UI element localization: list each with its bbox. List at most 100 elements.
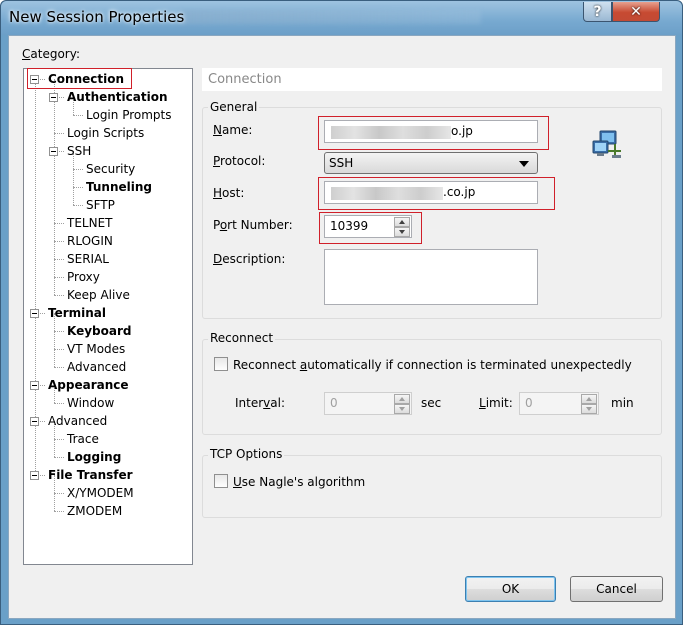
name-label: Name: — [213, 123, 253, 137]
tree-connector-line — [54, 313, 55, 367]
tree-item-authentication[interactable]: Authentication — [67, 89, 168, 105]
nagle-checkbox[interactable] — [214, 474, 228, 488]
tree-connector-line — [73, 187, 83, 188]
general-group-title: General — [208, 100, 260, 114]
tree-item-terminal[interactable]: Terminal — [48, 305, 106, 321]
title-bar[interactable]: New Session Properties ? ✕ — [1, 1, 682, 35]
dialog-client-area: Category: Connection Authentication Login … — [8, 35, 676, 619]
tree-connector-line — [54, 277, 64, 278]
spin-up-icon — [586, 397, 592, 401]
tree-item-serial[interactable]: SERIAL — [67, 251, 109, 267]
interval-label: Interval: — [235, 396, 286, 410]
port-input[interactable]: 10399 — [324, 215, 412, 238]
section-header-title: Connection — [208, 72, 282, 87]
tree-item-login-scripts[interactable]: Login Scripts — [67, 125, 144, 141]
reconnect-checkbox[interactable] — [214, 357, 228, 371]
tree-item-vt-modes[interactable]: VT Modes — [67, 341, 125, 357]
limit-spin-up[interactable] — [581, 394, 597, 404]
tree-item-connection[interactable]: Connection — [48, 71, 124, 87]
tree-collapse-icon[interactable] — [49, 147, 58, 156]
host-label: Host: — [213, 186, 245, 200]
tree-item-proxy[interactable]: Proxy — [67, 269, 100, 285]
tree-item-file-transfer[interactable]: File Transfer — [48, 467, 133, 483]
reconnect-group — [202, 339, 662, 435]
tree-connector-line — [54, 403, 64, 404]
tree-item-appearance[interactable]: Appearance — [48, 377, 129, 393]
tree-connector-line — [54, 259, 64, 260]
tree-item-xymodem[interactable]: X/YMODEM — [67, 485, 134, 501]
tree-item-keyboard[interactable]: Keyboard — [67, 323, 132, 339]
protocol-select[interactable]: SSH — [324, 152, 538, 174]
close-icon: ✕ — [630, 3, 642, 20]
tree-connector-line — [73, 169, 83, 170]
tree-connector-line — [73, 151, 74, 205]
interval-spin-down[interactable] — [394, 404, 410, 414]
tree-connector-line — [73, 115, 83, 116]
tree-collapse-icon[interactable] — [30, 309, 39, 318]
port-spin-up[interactable] — [394, 217, 410, 227]
name-input[interactable]: o.jp — [324, 120, 538, 143]
category-tree[interactable]: Connection Authentication Login Prompts Log… — [23, 68, 193, 565]
category-label: Category: — [22, 47, 80, 61]
tree-connector-line — [54, 457, 64, 458]
tree-collapse-icon[interactable] — [30, 75, 39, 84]
tcp-options-group-title: TCP Options — [208, 447, 285, 461]
tree-item-login-prompts[interactable]: Login Prompts — [86, 107, 172, 123]
tree-collapse-icon[interactable] — [30, 471, 39, 480]
reconnect-group-title: Reconnect — [208, 331, 276, 345]
title-bar-background-text — [181, 10, 481, 24]
window-title: New Session Properties — [9, 8, 185, 26]
tree-item-window[interactable]: Window — [67, 395, 114, 411]
limit-input[interactable]: 0 — [519, 392, 599, 415]
spin-up-icon — [399, 220, 405, 224]
limit-value: 0 — [525, 396, 533, 410]
tree-item-zmodem[interactable]: ZMODEM — [67, 503, 122, 519]
tree-connector-line — [54, 349, 64, 350]
protocol-label: Protocol: — [213, 154, 266, 168]
tree-collapse-icon[interactable] — [30, 381, 39, 390]
tree-item-security[interactable]: Security — [86, 161, 135, 177]
spin-up-icon — [399, 397, 405, 401]
tree-item-trace[interactable]: Trace — [67, 431, 99, 447]
tree-item-keep-alive[interactable]: Keep Alive — [67, 287, 130, 303]
tree-item-ssh[interactable]: SSH — [67, 143, 91, 159]
tree-connector-line — [54, 241, 64, 242]
dialog-window: New Session Properties ? ✕ Category: Con… — [0, 0, 683, 625]
tree-connector-line — [35, 79, 36, 475]
tree-connector-line — [54, 493, 64, 494]
tree-connector-line — [54, 295, 64, 296]
port-value: 10399 — [330, 219, 369, 233]
port-label: Port Number: — [213, 218, 293, 232]
tree-collapse-icon[interactable] — [49, 93, 58, 102]
tree-item-logging[interactable]: Logging — [67, 449, 121, 465]
tree-collapse-icon[interactable] — [30, 417, 39, 426]
port-spin-down[interactable] — [394, 227, 410, 237]
description-input[interactable] — [324, 249, 538, 305]
tree-item-rlogin[interactable]: RLOGIN — [67, 233, 113, 249]
nagle-checkbox-label: Use Nagle's algorithm — [233, 475, 366, 489]
tree-item-tunneling[interactable]: Tunneling — [86, 179, 152, 195]
limit-unit: min — [611, 396, 634, 410]
spin-down-icon — [399, 230, 405, 234]
help-icon: ? — [593, 3, 602, 20]
interval-spin-up[interactable] — [394, 394, 410, 404]
chevron-down-icon — [519, 161, 529, 167]
tree-item-telnet[interactable]: TELNET — [67, 215, 113, 231]
spin-down-icon — [399, 407, 405, 411]
close-button[interactable]: ✕ — [612, 2, 660, 22]
limit-label: Limit: — [479, 396, 513, 410]
cancel-button[interactable]: Cancel — [570, 576, 663, 602]
help-button[interactable]: ? — [583, 2, 612, 22]
ok-button[interactable]: OK — [465, 576, 556, 602]
host-input[interactable]: .co.jp — [324, 181, 538, 204]
tree-item-sftp[interactable]: SFTP — [86, 197, 115, 213]
reconnect-checkbox-label: Reconnect automatically if connection is… — [233, 358, 632, 372]
tree-connector-line — [73, 205, 83, 206]
tree-connector-line — [54, 79, 55, 295]
tree-item-terminal-advanced[interactable]: Advanced — [67, 359, 126, 375]
host-redacted — [331, 187, 443, 200]
tree-item-advanced[interactable]: Advanced — [48, 413, 107, 429]
limit-spin-down[interactable] — [581, 404, 597, 414]
tree-connector-line — [54, 511, 64, 512]
interval-input[interactable]: 0 — [324, 392, 412, 415]
